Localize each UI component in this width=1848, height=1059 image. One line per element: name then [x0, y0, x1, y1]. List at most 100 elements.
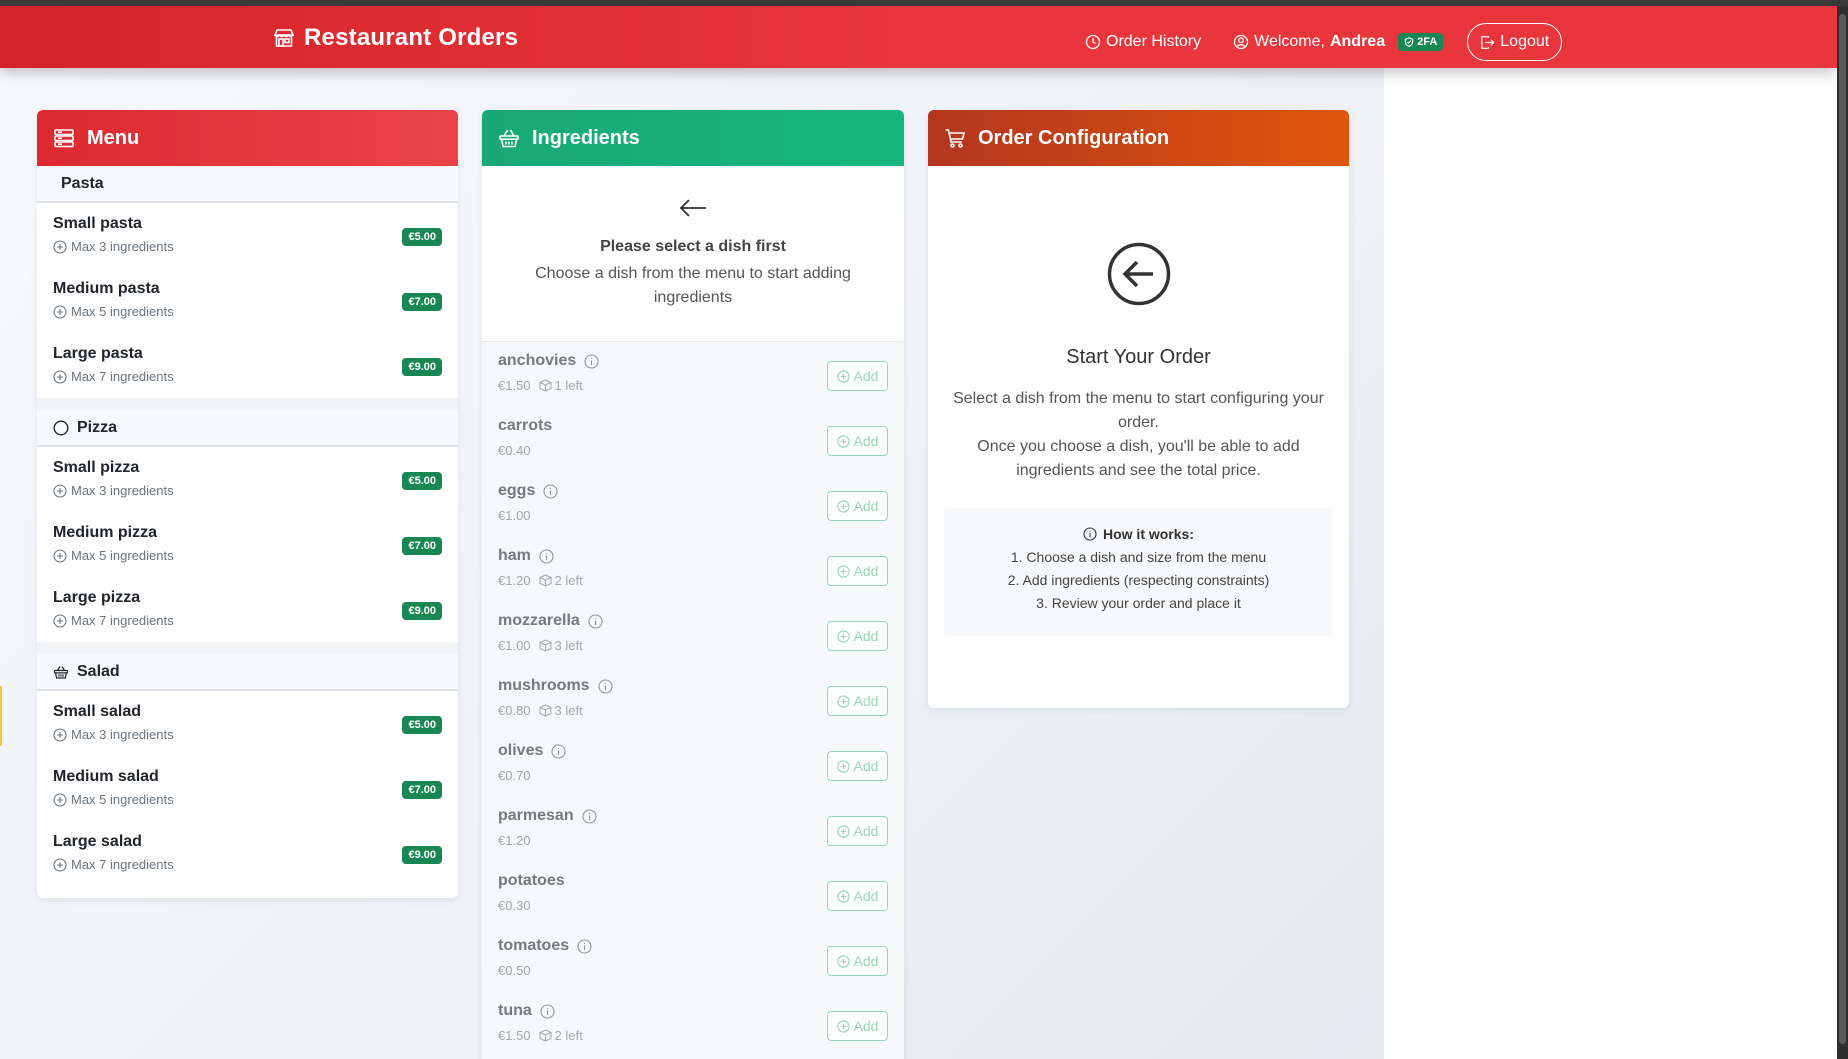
menu-list: Pasta Small pasta Max 3 ingredients €5.00 Me… — [37, 166, 458, 886]
empty-desc: Choose a dish from the menu to start add… — [535, 265, 851, 306]
dish-max-ingredients: Max 3 ingredients — [53, 727, 442, 742]
category-gap — [37, 398, 458, 410]
ingredient-stock: 2 left — [539, 1028, 583, 1043]
dish-max-label: Max 7 ingredients — [71, 369, 174, 384]
dish-item[interactable]: Large pizza Max 7 ingredients €9.00 — [37, 577, 458, 642]
plus-circle-icon — [836, 889, 850, 903]
scrollbar-thumb[interactable] — [1839, 14, 1846, 1044]
ingredients-card: Ingredients Please select a dish first C… — [482, 110, 904, 1059]
ingredient-name: carrots — [498, 417, 553, 434]
plus-circle-icon — [836, 564, 850, 578]
info-icon — [539, 548, 554, 564]
plus-circle-icon — [53, 548, 67, 563]
order-card: Order Configuration Start Your Order Sel… — [928, 110, 1349, 708]
ingredient-price: €1.20 — [498, 833, 531, 848]
plus-circle-icon — [836, 954, 850, 968]
add-label: Add — [853, 693, 879, 709]
dish-item[interactable]: Medium pasta Max 5 ingredients €7.00 — [37, 268, 458, 333]
category-name: Pizza — [77, 418, 118, 436]
stock-label: 2 left — [554, 573, 583, 588]
dish-item[interactable]: Medium salad Max 5 ingredients €7.00 — [37, 756, 458, 821]
dish-max-ingredients: Max 3 ingredients — [53, 239, 442, 254]
dish-max-label: Max 3 ingredients — [71, 727, 174, 742]
add-ingredient-button[interactable]: Add — [827, 491, 888, 521]
dish-name: Small pizza — [53, 459, 140, 476]
order-header: Order Configuration — [928, 110, 1349, 166]
add-ingredient-button[interactable]: Add — [827, 426, 888, 456]
dish-item[interactable]: Medium pizza Max 5 ingredients €7.00 — [37, 512, 458, 577]
plus-circle-icon — [836, 824, 850, 838]
user-name: Andrea — [1329, 33, 1386, 50]
ingredient-name: ham — [498, 547, 531, 564]
ingredient-price: €1.00 — [498, 638, 531, 653]
ingredient-name: parmesan — [498, 807, 574, 824]
stock-label: 1 left — [554, 378, 583, 393]
box-icon — [539, 1029, 552, 1042]
dish-max-label: Max 5 ingredients — [71, 548, 174, 563]
price-badge: €5.00 — [402, 716, 442, 734]
add-ingredient-button[interactable]: Add — [827, 1011, 888, 1041]
dish-item[interactable]: Large salad Max 7 ingredients €9.00 — [37, 821, 458, 886]
shield-check-icon — [1404, 37, 1414, 47]
ingredient-row: carrots €0.40 Add — [482, 407, 904, 472]
ingredient-price: €1.20 — [498, 573, 531, 588]
brand-title: Restaurant Orders — [304, 24, 519, 51]
logout-button[interactable]: Logout — [1467, 23, 1563, 61]
dish-name: Large pizza — [53, 589, 141, 606]
dish-item[interactable]: Small salad Max 3 ingredients €5.00 — [37, 691, 458, 756]
info-icon — [551, 743, 566, 759]
add-label: Add — [853, 498, 879, 514]
order-history-label: Order History — [1106, 33, 1202, 50]
add-ingredient-button[interactable]: Add — [827, 881, 888, 911]
dish-max-label: Max 7 ingredients — [71, 613, 174, 628]
ingredient-price: €0.70 — [498, 768, 531, 783]
dish-max-ingredients: Max 7 ingredients — [53, 857, 442, 872]
info-icon — [582, 808, 597, 824]
ingredient-row: anchovies €1.50 1 left Add — [482, 342, 904, 407]
ingredient-price: €1.50 — [498, 378, 531, 393]
welcome-user: Welcome, Andrea 2FA — [1233, 33, 1444, 51]
add-ingredient-button[interactable]: Add — [827, 751, 888, 781]
add-ingredient-button[interactable]: Add — [827, 621, 888, 651]
dish-max-ingredients: Max 3 ingredients — [53, 483, 442, 498]
ingredient-row: olives €0.70 Add — [482, 732, 904, 797]
dish-item[interactable]: Small pizza Max 3 ingredients €5.00 — [37, 447, 458, 512]
ingredient-stock: 2 left — [539, 573, 583, 588]
order-history-link[interactable]: Order History — [1085, 33, 1201, 51]
dish-item[interactable]: Large pasta Max 7 ingredients €9.00 — [37, 333, 458, 398]
ingredients-list: anchovies €1.50 1 left Add carrots €0.40 Add eg… — [482, 342, 904, 1057]
add-ingredient-button[interactable]: Add — [827, 556, 888, 586]
scrollbar[interactable] — [1837, 6, 1848, 1059]
ingredient-name: eggs — [498, 482, 536, 499]
dish-name: Medium pizza — [53, 524, 158, 541]
brand[interactable]: Restaurant Orders — [272, 24, 518, 52]
add-ingredient-button[interactable]: Add — [827, 946, 888, 976]
ingredient-price: €0.30 — [498, 898, 531, 913]
price-badge: €9.00 — [402, 358, 442, 376]
dish-item[interactable]: Small pasta Max 3 ingredients €5.00 — [37, 203, 458, 268]
ingredient-stock: 3 left — [539, 703, 583, 718]
category-header-pasta: Pasta — [37, 166, 458, 203]
ingredient-row: tuna €1.50 2 left Add — [482, 992, 904, 1057]
category-header-pizza: Pizza — [37, 410, 458, 447]
ingredient-name: tomatoes — [498, 937, 570, 954]
ingredient-price: €0.50 — [498, 963, 531, 978]
plus-circle-icon — [836, 759, 850, 773]
basket-icon — [499, 129, 519, 148]
add-ingredient-button[interactable]: Add — [827, 361, 888, 391]
ingredient-name: tuna — [498, 1002, 532, 1019]
dish-max-ingredients: Max 5 ingredients — [53, 792, 442, 807]
ingredient-name: anchovies — [498, 352, 577, 369]
dish-max-ingredients: Max 7 ingredients — [53, 613, 442, 628]
dish-name: Large pasta — [53, 345, 143, 362]
plus-circle-icon — [836, 434, 850, 448]
stock-label: 2 left — [554, 1028, 583, 1043]
plus-circle-icon — [836, 1019, 850, 1033]
nav-right: Order History Welcome, Andrea 2FA Logout — [1085, 23, 1563, 61]
add-ingredient-button[interactable]: Add — [827, 816, 888, 846]
price-badge: €9.00 — [402, 846, 442, 864]
ingredient-row: eggs €1.00 Add — [482, 472, 904, 537]
how-it-works-label: How it works: — [1102, 526, 1194, 542]
badge-2fa-label: 2FA — [1417, 36, 1438, 48]
add-ingredient-button[interactable]: Add — [827, 686, 888, 716]
